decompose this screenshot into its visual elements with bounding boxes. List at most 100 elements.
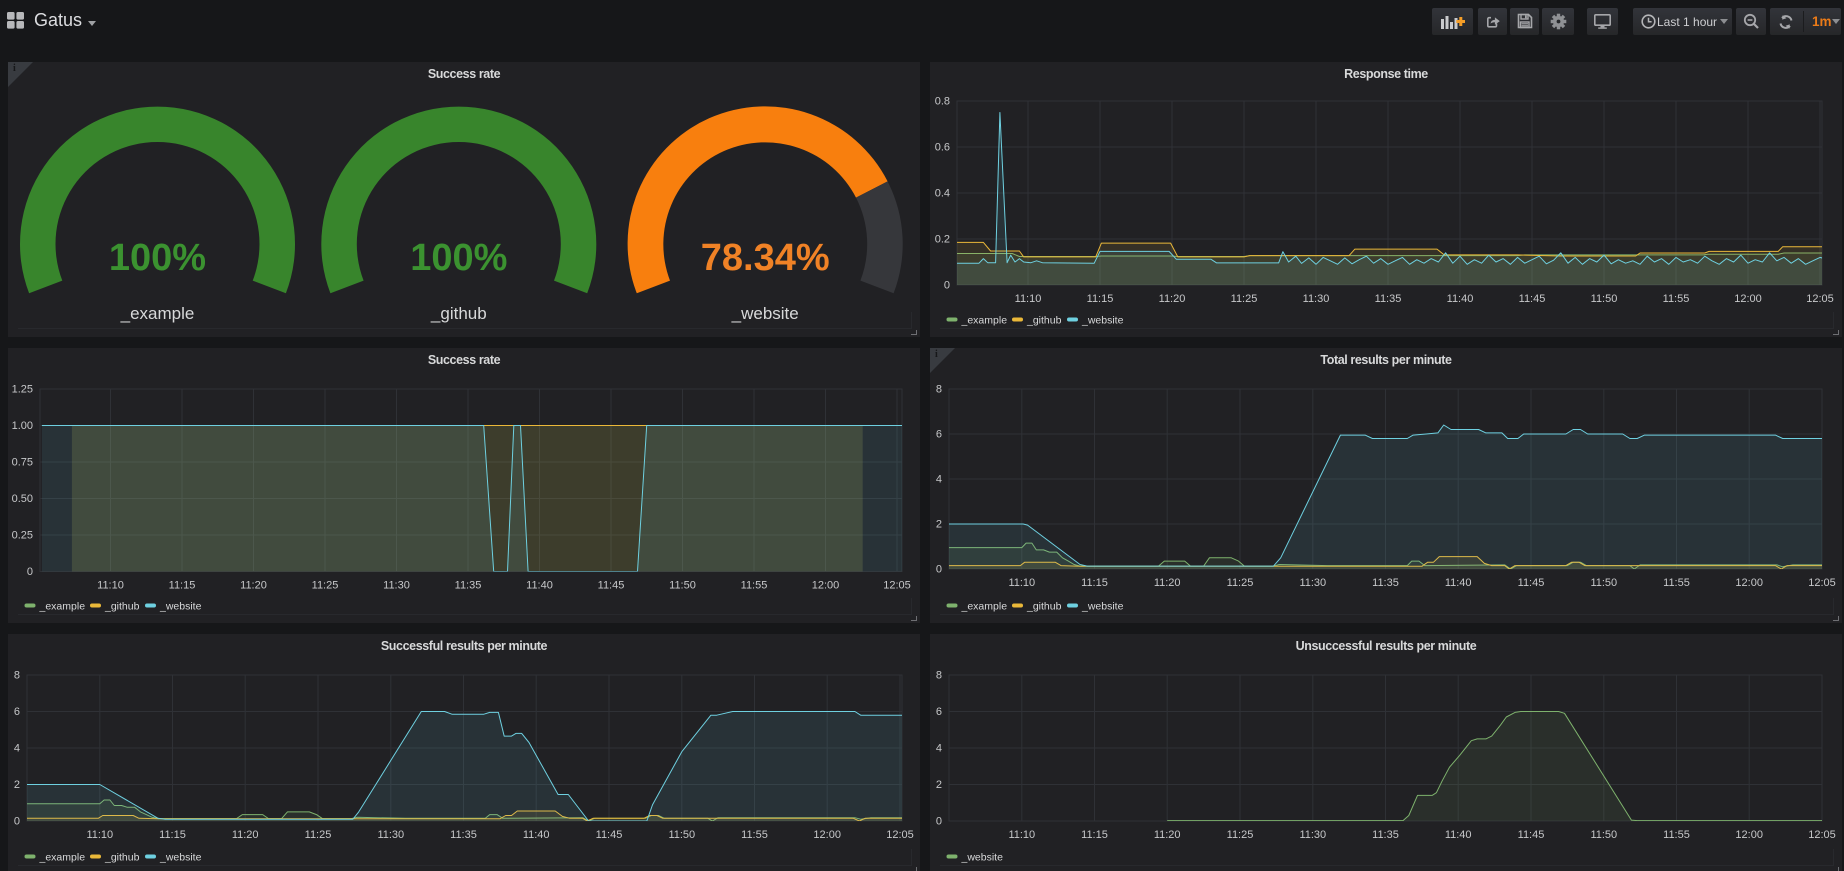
svg-text:11:35: 11:35 <box>455 580 482 592</box>
svg-text:11:15: 11:15 <box>1081 829 1108 841</box>
svg-text:0: 0 <box>27 566 33 578</box>
svg-text:12:05: 12:05 <box>1808 577 1836 589</box>
svg-text:11:35: 11:35 <box>1375 293 1402 305</box>
svg-text:6: 6 <box>14 706 20 718</box>
svg-text:_website: _website <box>159 852 202 864</box>
svg-text:_website: _website <box>159 601 202 613</box>
svg-text:0.6: 0.6 <box>935 142 950 154</box>
svg-text:6: 6 <box>936 429 942 441</box>
svg-text:11:40: 11:40 <box>526 580 553 592</box>
svg-text:11:20: 11:20 <box>1159 293 1186 305</box>
svg-text:4: 4 <box>936 743 942 755</box>
svg-text:0.8: 0.8 <box>935 96 950 108</box>
svg-text:11:10: 11:10 <box>1015 293 1042 305</box>
svg-text:11:55: 11:55 <box>741 829 768 841</box>
svg-text:0: 0 <box>944 280 950 292</box>
svg-text:_website: _website <box>961 852 1004 864</box>
svg-text:11:35: 11:35 <box>1372 829 1399 841</box>
svg-text:11:30: 11:30 <box>1303 293 1330 305</box>
svg-text:12:05: 12:05 <box>1806 293 1834 305</box>
svg-text:11:45: 11:45 <box>1518 577 1545 589</box>
svg-text:12:00: 12:00 <box>1735 829 1763 841</box>
svg-text:11:15: 11:15 <box>1087 293 1114 305</box>
svg-text:78.34%: 78.34% <box>701 237 830 279</box>
svg-text:11:50: 11:50 <box>1590 829 1617 841</box>
svg-text:_github: _github <box>104 601 140 613</box>
svg-text:11:50: 11:50 <box>1591 293 1618 305</box>
svg-text:11:20: 11:20 <box>1154 829 1181 841</box>
svg-text:100%: 100% <box>109 237 206 279</box>
svg-text:0.2: 0.2 <box>935 234 950 246</box>
svg-text:12:00: 12:00 <box>1735 577 1763 589</box>
svg-text:11:50: 11:50 <box>668 829 695 841</box>
svg-text:11:20: 11:20 <box>232 829 259 841</box>
svg-text:12:00: 12:00 <box>1734 293 1762 305</box>
svg-text:11:55: 11:55 <box>1663 829 1690 841</box>
svg-text:11:25: 11:25 <box>312 580 339 592</box>
svg-text:_website: _website <box>731 304 799 323</box>
svg-text:11:30: 11:30 <box>1299 577 1326 589</box>
svg-text:_github: _github <box>1026 315 1062 327</box>
svg-text:11:45: 11:45 <box>598 580 625 592</box>
svg-text:0.4: 0.4 <box>935 188 950 200</box>
svg-text:100%: 100% <box>410 237 507 279</box>
svg-text:4: 4 <box>14 743 20 755</box>
svg-text:12:00: 12:00 <box>812 580 840 592</box>
svg-text:_website: _website <box>1081 315 1124 327</box>
svg-text:11:25: 11:25 <box>305 829 332 841</box>
svg-text:11:15: 11:15 <box>159 829 186 841</box>
svg-text:11:35: 11:35 <box>450 829 477 841</box>
svg-text:_example: _example <box>120 304 195 323</box>
svg-text:11:50: 11:50 <box>669 580 696 592</box>
svg-text:8: 8 <box>936 670 942 682</box>
svg-text:1.25: 1.25 <box>12 384 33 396</box>
svg-text:11:40: 11:40 <box>1445 829 1472 841</box>
svg-text:12:00: 12:00 <box>813 829 841 841</box>
svg-text:0: 0 <box>14 816 20 828</box>
svg-text:11:45: 11:45 <box>596 829 623 841</box>
svg-text:11:45: 11:45 <box>1519 293 1546 305</box>
svg-text:12:05: 12:05 <box>886 829 914 841</box>
svg-text:_github: _github <box>104 852 140 864</box>
svg-text:_example: _example <box>961 601 1008 613</box>
svg-text:0: 0 <box>936 816 942 828</box>
svg-text:_github: _github <box>1026 601 1062 613</box>
svg-text:11:15: 11:15 <box>169 580 196 592</box>
svg-text:11:25: 11:25 <box>1231 293 1258 305</box>
svg-text:1.00: 1.00 <box>12 420 33 432</box>
svg-text:0.50: 0.50 <box>12 493 33 505</box>
svg-text:11:10: 11:10 <box>1008 577 1035 589</box>
svg-text:11:10: 11:10 <box>1008 829 1035 841</box>
svg-text:11:40: 11:40 <box>1447 293 1474 305</box>
svg-text:11:30: 11:30 <box>383 580 410 592</box>
svg-text:8: 8 <box>14 670 20 682</box>
svg-text:11:20: 11:20 <box>1154 577 1181 589</box>
svg-text:8: 8 <box>936 384 942 396</box>
svg-text:_example: _example <box>961 315 1008 327</box>
svg-text:11:55: 11:55 <box>741 580 768 592</box>
svg-text:6: 6 <box>936 706 942 718</box>
svg-text:12:05: 12:05 <box>883 580 911 592</box>
svg-text:11:55: 11:55 <box>1663 577 1690 589</box>
svg-text:11:30: 11:30 <box>1299 829 1326 841</box>
svg-text:11:55: 11:55 <box>1663 293 1690 305</box>
svg-text:0.25: 0.25 <box>12 530 33 542</box>
svg-text:11:10: 11:10 <box>86 829 113 841</box>
svg-text:_website: _website <box>1081 601 1124 613</box>
svg-text:11:25: 11:25 <box>1227 577 1254 589</box>
svg-text:11:30: 11:30 <box>377 829 404 841</box>
svg-text:11:40: 11:40 <box>523 829 550 841</box>
svg-text:_github: _github <box>430 304 487 323</box>
svg-text:11:15: 11:15 <box>1081 577 1108 589</box>
svg-text:11:50: 11:50 <box>1590 577 1617 589</box>
svg-text:2: 2 <box>14 779 20 791</box>
svg-text:11:45: 11:45 <box>1518 829 1545 841</box>
svg-text:12:05: 12:05 <box>1808 829 1836 841</box>
svg-text:4: 4 <box>936 474 942 486</box>
svg-text:0: 0 <box>936 564 942 576</box>
svg-text:2: 2 <box>936 779 942 791</box>
svg-text:11:10: 11:10 <box>97 580 124 592</box>
svg-text:0.75: 0.75 <box>12 457 33 469</box>
svg-text:11:20: 11:20 <box>240 580 267 592</box>
svg-text:2: 2 <box>936 519 942 531</box>
